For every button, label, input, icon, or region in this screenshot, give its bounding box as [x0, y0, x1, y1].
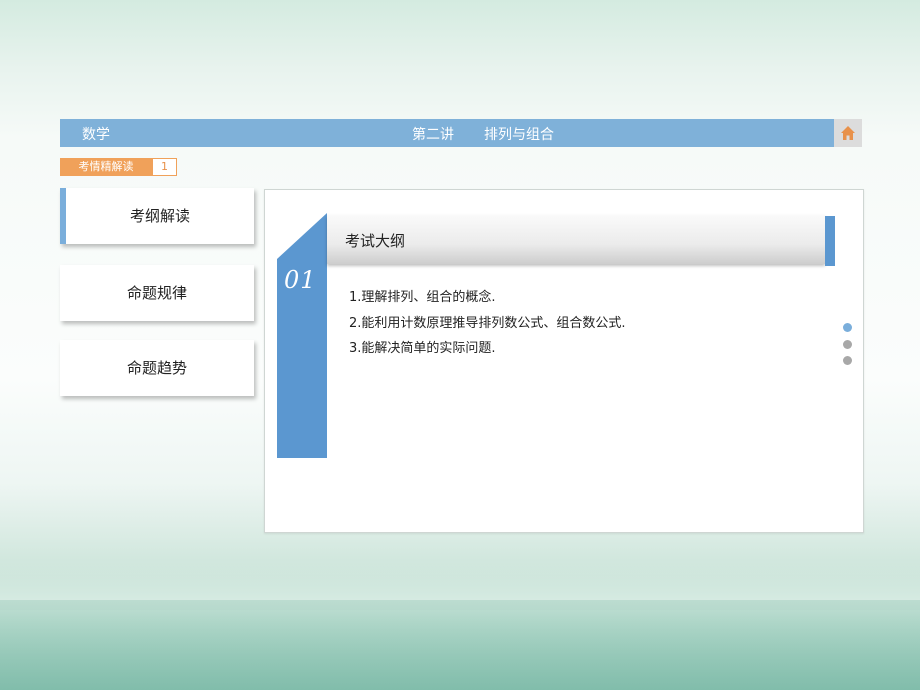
sidebar-item-patterns[interactable]: 命题规律: [60, 265, 254, 321]
home-icon: [841, 126, 855, 140]
section-tag-label: 考情精解读: [60, 158, 152, 176]
home-button[interactable]: [834, 119, 862, 147]
sidebar-item-trends[interactable]: 命题趋势: [60, 340, 254, 396]
pager-dot-2[interactable]: [843, 340, 852, 349]
background-water: [0, 610, 920, 690]
pager-dot-1[interactable]: [843, 323, 852, 332]
subject-label: 数学: [82, 127, 110, 143]
section-tag-page: 1: [152, 158, 177, 176]
section-title: 考试大纲: [345, 232, 406, 250]
section-number: 01: [284, 266, 317, 294]
section-header: 考试大纲: [327, 215, 825, 264]
sidebar-item-label: 命题规律: [126, 284, 187, 302]
sidebar-item-label: 命题趋势: [126, 359, 187, 377]
list-item: 3.能解决简单的实际问题.: [349, 341, 496, 356]
ribbon-corner-cut: [277, 213, 327, 259]
title-bar: 数学 第二讲 排列与组合: [60, 119, 834, 147]
outline-list: 1.理解排列、组合的概念. 2.能利用计数原理推导排列数公式、组合数公式. 3.…: [349, 288, 626, 365]
list-item: 1.理解排列、组合的概念.: [349, 290, 496, 305]
list-item: 2.能利用计数原理推导排列数公式、组合数公式.: [349, 315, 626, 331]
sidebar-item-exam-outline[interactable]: 考纲解读: [60, 188, 254, 244]
pager-dot-3[interactable]: [843, 356, 852, 365]
background-wave: [0, 560, 920, 600]
sidebar-item-label: 考纲解读: [129, 207, 190, 225]
topic-label: 排列与组合: [484, 127, 554, 143]
lecture-label: 第二讲: [412, 127, 454, 143]
section-header-accent: [825, 216, 835, 266]
